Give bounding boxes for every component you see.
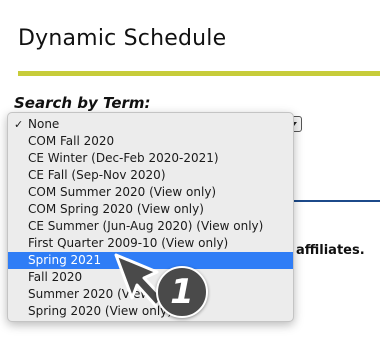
menu-item-label: CE Summer (Jun-Aug 2020) (View only) — [28, 219, 264, 233]
menu-item-first-quarter-2009-10[interactable]: First Quarter 2009-10 (View only) — [8, 235, 293, 252]
search-by-term-label: Search by Term: — [14, 94, 151, 112]
menu-item-com-fall-2020[interactable]: COM Fall 2020 — [8, 133, 293, 150]
menu-item-com-spring-2020[interactable]: COM Spring 2020 (View only) — [8, 201, 293, 218]
menu-item-label: CE Winter (Dec-Feb 2020-2021) — [28, 151, 219, 165]
menu-item-label: None — [28, 117, 60, 131]
menu-item-label: Fall 2020 — [28, 270, 83, 284]
menu-item-ce-winter[interactable]: CE Winter (Dec-Feb 2020-2021) — [8, 150, 293, 167]
menu-item-label: Spring 2021 — [28, 253, 102, 267]
menu-item-label: COM Spring 2020 (View only) — [28, 202, 204, 216]
step-number-badge: 1 — [156, 266, 208, 318]
menu-item-label: First Quarter 2009-10 (View only) — [28, 236, 229, 250]
page-title: Dynamic Schedule — [18, 26, 227, 51]
title-divider — [18, 71, 380, 76]
affiliates-text: affiliates. — [296, 243, 365, 258]
menu-item-label: COM Fall 2020 — [28, 134, 115, 148]
menu-item-ce-fall[interactable]: CE Fall (Sep-Nov 2020) — [8, 167, 293, 184]
checkmark-icon: ✓ — [14, 118, 24, 131]
menu-item-com-summer-2020[interactable]: COM Summer 2020 (View only) — [8, 184, 293, 201]
section-divider — [292, 200, 380, 202]
menu-item-label: CE Fall (Sep-Nov 2020) — [28, 168, 166, 182]
menu-item-none[interactable]: ✓ None — [8, 116, 293, 133]
menu-item-label: COM Summer 2020 (View only) — [28, 185, 217, 199]
menu-item-ce-summer[interactable]: CE Summer (Jun-Aug 2020) (View only) — [8, 218, 293, 235]
